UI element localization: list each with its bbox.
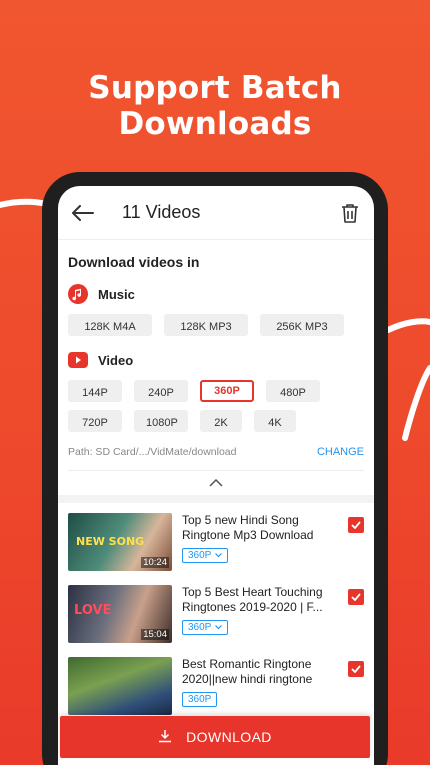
video-thumbnail: NEW SONG 10:24 (68, 513, 172, 571)
music-option[interactable]: 128K M4A (68, 314, 152, 336)
list-item[interactable]: Best Romantic Ringtone 2020||new hindi r… (68, 657, 364, 717)
video-label: Video (98, 352, 134, 368)
play-icon (68, 350, 88, 370)
music-option[interactable]: 128K MP3 (164, 314, 248, 336)
page-title: 11 Videos (122, 202, 201, 222)
video-duration: 10:24 (141, 557, 169, 568)
video-option-144p[interactable]: 144P (68, 380, 122, 402)
list-item[interactable]: NEW SONG 10:24 Top 5 new Hindi Song Ring… (68, 513, 364, 573)
video-option-2k[interactable]: 2K (200, 410, 242, 432)
panel-title: Download videos in (68, 254, 200, 270)
quality-value: 360P (188, 622, 212, 633)
video-thumbnail: LOVE 15:04 (68, 585, 172, 643)
music-section-header: Music (68, 284, 364, 304)
download-icon (158, 729, 172, 746)
video-option-4k[interactable]: 4K (254, 410, 296, 432)
video-quality-options: 144P 240P 360P 480P 720P 1080P 2K 4K (68, 380, 364, 432)
video-title: Top 5 new Hindi Song Ringtone Mp3 Downlo… (182, 513, 314, 542)
video-title: Best Romantic Ringtone 2020||new hindi r… (182, 657, 313, 686)
video-section-header: Video (68, 350, 364, 370)
music-format-options: 128K M4A 128K MP3 256K MP3 (68, 314, 364, 336)
video-option-240p[interactable]: 240P (134, 380, 188, 402)
music-option[interactable]: 256K MP3 (260, 314, 344, 336)
headline: Support Batch Downloads (88, 70, 342, 142)
phone-screen: 11 Videos Download videos in Music 128K … (58, 186, 374, 765)
checkbox-checked[interactable] (348, 589, 364, 605)
video-duration: 15:04 (141, 629, 169, 640)
checkbox-checked[interactable] (348, 517, 364, 533)
chevron-down-icon (215, 550, 223, 561)
download-button-label: DOWNLOAD (186, 729, 272, 745)
download-button[interactable]: DOWNLOAD (60, 716, 370, 758)
checkmark-icon (351, 593, 361, 601)
video-thumbnail (68, 657, 172, 715)
quality-dropdown[interactable]: 360P (182, 620, 229, 635)
checkmark-icon (351, 521, 361, 529)
quality-value: 360P (188, 550, 212, 561)
arrow-left-icon[interactable] (68, 198, 98, 228)
list-item[interactable]: LOVE 15:04 Top 5 Best Heart Touching Rin… (68, 585, 364, 645)
chevron-up-icon (209, 474, 223, 492)
quality-value: 360P (188, 694, 212, 705)
checkmark-icon (351, 665, 361, 673)
thumbnail-text: LOVE (74, 603, 112, 618)
music-label: Music (98, 286, 135, 302)
video-list: NEW SONG 10:24 Top 5 new Hindi Song Ring… (58, 503, 374, 717)
quality-dropdown[interactable]: 360P (182, 692, 218, 707)
video-option-720p[interactable]: 720P (68, 410, 122, 432)
checkbox-checked[interactable] (348, 661, 364, 677)
quality-dropdown[interactable]: 360P (182, 548, 229, 563)
download-options-panel: Download videos in Music 128K M4A 128K M… (58, 240, 374, 471)
music-note-icon (68, 284, 88, 304)
trash-icon[interactable] (336, 199, 364, 227)
thumbnail-text: NEW SONG (76, 535, 145, 548)
video-title: Top 5 Best Heart Touching Ringtones 2019… (182, 585, 323, 614)
download-path-row: Path: SD Card/.../VidMate/download CHANG… (68, 446, 364, 471)
chevron-down-icon (215, 622, 223, 633)
download-path: Path: SD Card/.../VidMate/download (68, 446, 237, 458)
video-option-360p-selected[interactable]: 360P (200, 380, 254, 402)
change-path-link[interactable]: CHANGE (317, 446, 364, 458)
video-option-1080p[interactable]: 1080P (134, 410, 188, 432)
video-option-480p[interactable]: 480P (266, 380, 320, 402)
collapse-panel-button[interactable] (58, 471, 374, 503)
app-bar: 11 Videos (58, 186, 374, 240)
